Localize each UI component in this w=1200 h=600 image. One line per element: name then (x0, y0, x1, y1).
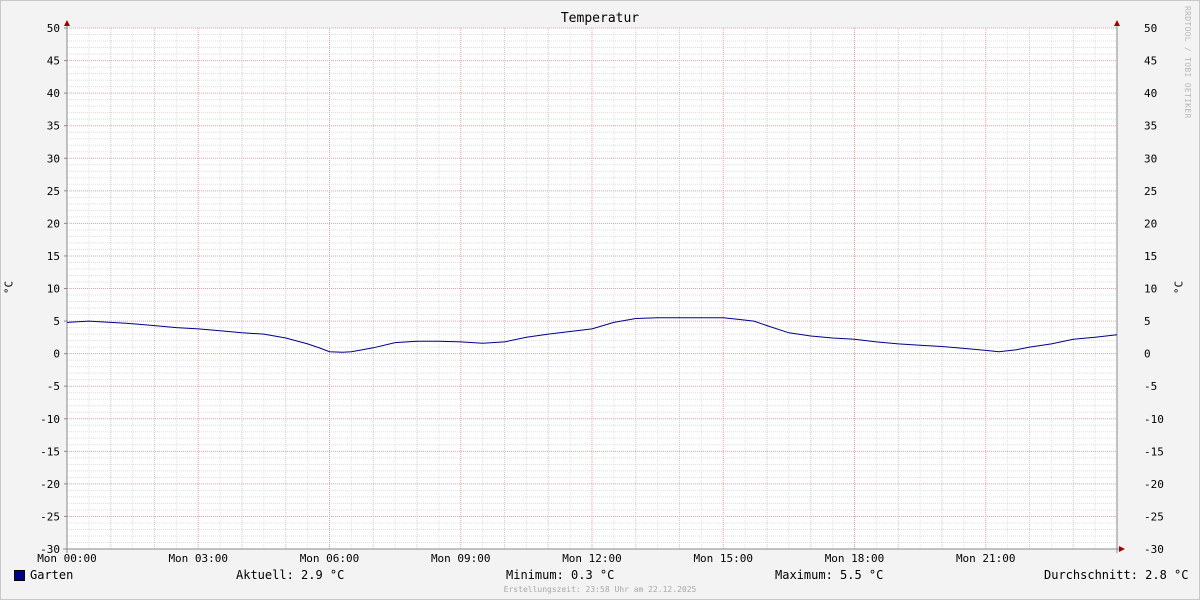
y-tick-label-right: 35 (1144, 120, 1157, 133)
x-tick-label: Mon 15:00 (693, 552, 753, 565)
stat-maximum: Maximum: 5.5 °C (775, 568, 884, 582)
y-tick-label-left: -5 (47, 380, 60, 393)
x-tick-label: Mon 18:00 (825, 552, 885, 565)
y-tick-label-left: -25 (40, 510, 60, 523)
x-tick-label: Mon 00:00 (37, 552, 97, 565)
x-tick-label: Mon 03:00 (168, 552, 228, 565)
x-tick-label: Mon 06:00 (300, 552, 360, 565)
y-tick-label-left: 0 (53, 348, 60, 361)
y-tick-label-left: 50 (47, 22, 60, 35)
y-tick-label-left: 25 (47, 185, 60, 198)
y-tick-label-left: -15 (40, 445, 60, 458)
x-tick-label: Mon 21:00 (956, 552, 1016, 565)
stat-current: Aktuell: 2.9 °C (236, 568, 345, 582)
y-tick-label-right: -20 (1144, 478, 1164, 491)
y-tick-label-right: -25 (1144, 510, 1164, 523)
x-tick-label: Mon 09:00 (431, 552, 491, 565)
creation-time: Erstellungszeit: 23:58 Uhr am 22.12.2025 (503, 585, 697, 594)
y-tick-label-right: 25 (1144, 185, 1157, 198)
y-tick-label-right: -30 (1144, 543, 1164, 556)
y-tick-label-right: 40 (1144, 87, 1157, 100)
temperature-chart: -30 -30-25 -25-20 -20-15 -15-10 -10-5 -50 05 510… (37, 20, 1164, 565)
y-tick-label-left: 20 (47, 217, 60, 230)
y-tick-label-right: 50 (1144, 22, 1157, 35)
y-tick-label-left: 40 (47, 87, 60, 100)
y-tick-label-left: -10 (40, 413, 60, 426)
y-tick-label-right: 30 (1144, 152, 1157, 165)
y-tick-label-left: 5 (53, 315, 60, 328)
y-tick-label-left: -20 (40, 478, 60, 491)
y-tick-label-right: -15 (1144, 445, 1164, 458)
y-tick-label-right: 15 (1144, 250, 1157, 263)
y-tick-label-right: -5 (1144, 380, 1157, 393)
y-tick-label-left: 35 (47, 120, 60, 133)
y-tick-label-right: 20 (1144, 217, 1157, 230)
y-tick-label-right: 45 (1144, 55, 1157, 68)
stat-minimum: Minimum: 0.3 °C (506, 568, 615, 582)
stat-average: Durchschnitt: 2.8 °C (1044, 568, 1189, 582)
y-tick-label-right: 5 (1144, 315, 1151, 328)
y-tick-label-left: 30 (47, 152, 60, 165)
x-tick-label: Mon 12:00 (562, 552, 622, 565)
y-tick-label-left: 15 (47, 250, 60, 263)
y-axis-arrow-right (1114, 20, 1120, 26)
y-tick-label-right: -10 (1144, 413, 1164, 426)
y-axis-arrow-left (64, 20, 70, 26)
y-tick-label-left: 10 (47, 283, 60, 296)
y-tick-label-right: 0 (1144, 348, 1151, 361)
legend-swatch-garten (14, 570, 25, 581)
y-tick-label-left: 45 (47, 55, 60, 68)
legend-label-garten: Garten (30, 568, 74, 582)
y-tick-label-right: 10 (1144, 283, 1157, 296)
x-axis-arrow (1119, 546, 1125, 552)
